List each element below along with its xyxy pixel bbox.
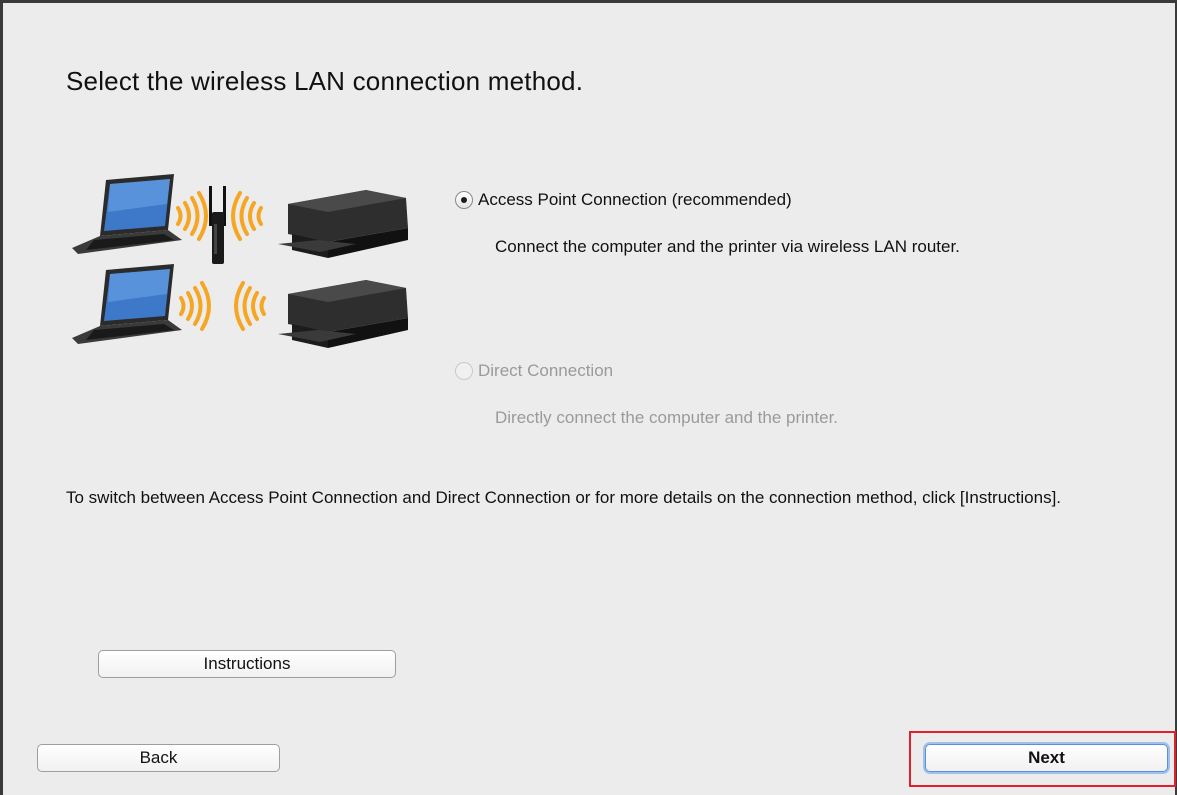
page-title: Select the wireless LAN connection metho…	[66, 66, 584, 96]
printer-icon	[278, 190, 408, 258]
radio-access-point-row[interactable]: Access Point Connection (recommended)	[455, 189, 960, 211]
laptop-icon	[72, 174, 182, 254]
wifi-waves-icon	[234, 281, 266, 331]
option-direct-connection-label: Direct Connection	[478, 361, 614, 380]
info-text: To switch between Access Point Connectio…	[66, 488, 1062, 507]
option-access-point-description: Connect the computer and the printer via…	[495, 237, 960, 256]
next-button[interactable]: Next	[925, 744, 1168, 772]
radio-access-point[interactable]	[455, 191, 473, 209]
option-access-point: Access Point Connection (recommended) Co…	[455, 189, 960, 257]
option-access-point-label[interactable]: Access Point Connection (recommended)	[478, 190, 792, 210]
access-point-illustration	[66, 168, 416, 268]
instructions-button[interactable]: Instructions	[98, 650, 396, 678]
wireless-router-icon	[209, 186, 226, 264]
printer-icon	[278, 280, 408, 348]
wifi-waves-icon	[176, 191, 208, 241]
radio-direct-connection-row: Direct Connection	[455, 360, 838, 382]
wifi-waves-icon	[231, 191, 263, 241]
option-direct-connection: Direct Connection Directly connect the c…	[455, 360, 838, 428]
direct-connection-illustration	[66, 258, 416, 358]
radio-direct-connection	[455, 362, 473, 380]
wifi-waves-icon	[179, 281, 211, 331]
laptop-icon	[72, 264, 182, 344]
option-direct-connection-description: Directly connect the computer and the pr…	[495, 408, 839, 427]
back-button[interactable]: Back	[37, 744, 280, 772]
